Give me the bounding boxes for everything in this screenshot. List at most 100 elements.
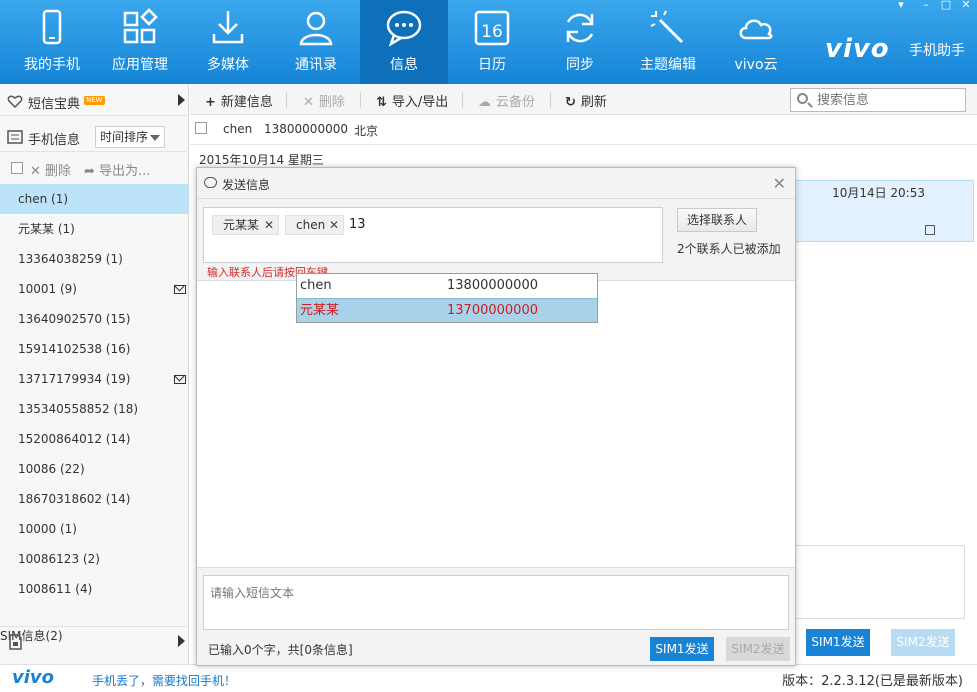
recipients-input[interactable]: 元某某 ✕ chen ✕ 13: [203, 207, 663, 263]
minimize-icon[interactable]: –: [917, 0, 935, 12]
delete-action[interactable]: ✕ 删除: [30, 160, 71, 179]
contact-label: 10086 (22): [18, 462, 85, 476]
refresh-label: 刷新: [580, 95, 607, 110]
contact-label: 18670318602 (14): [18, 492, 131, 506]
dialog-header: 发送信息 ✕: [197, 168, 795, 199]
select-contact-button[interactable]: 选择联系人: [677, 208, 757, 232]
contact-item[interactable]: 13364038259 (1): [0, 244, 189, 274]
delete-button[interactable]: ✕ 删除: [303, 91, 345, 110]
contact-item[interactable]: 15914102538 (16): [0, 334, 189, 364]
nav-theme-edit[interactable]: 主题编辑: [624, 0, 712, 84]
contact-label: 15200864012 (14): [18, 432, 131, 446]
nav-contacts[interactable]: 通讯录: [272, 0, 360, 84]
close-icon[interactable]: ✕: [957, 0, 975, 12]
contact-label: 13717179934 (19): [18, 372, 131, 386]
brand: vivo 手机助手: [825, 34, 965, 64]
nav-messages[interactable]: 信息: [360, 0, 448, 84]
contact-item[interactable]: 10001 (9): [0, 274, 189, 304]
conversation-sim1-send-button[interactable]: SIM1发送: [806, 629, 870, 656]
nav-my-phone[interactable]: 我的手机: [8, 0, 96, 84]
divider: [550, 92, 551, 108]
brand-subtitle: 手机助手: [909, 43, 965, 59]
message-toolbar: + 新建信息 ✕ 删除 ⇅ 导入/导出 ☁ 云备份 ↻ 刷新: [190, 84, 977, 115]
send-message-dialog: 发送信息 ✕ 元某某 ✕ chen ✕ 13 选择联系人 2个联系人已被添加 输…: [196, 167, 796, 666]
remove-icon[interactable]: ✕: [329, 216, 339, 234]
find-phone-link[interactable]: 手机丢了，需要找回手机！: [92, 672, 236, 689]
phone-icon: [32, 8, 72, 48]
import-export-button[interactable]: ⇅ 导入/导出: [376, 91, 448, 110]
version-text: 版本：2.2.3.12(已是最新版本): [782, 674, 963, 689]
recipient-chip[interactable]: 元某某 ✕: [212, 215, 279, 235]
export-action[interactable]: ➦ 导出为...: [84, 160, 150, 179]
new-badge: NEW: [84, 96, 105, 105]
contact-label: 135340558852 (18): [18, 402, 139, 416]
cloud-backup-button[interactable]: ☁ 云备份: [478, 91, 535, 110]
search-input[interactable]: [817, 91, 957, 109]
divider: [360, 92, 361, 108]
apps-icon: [120, 8, 160, 48]
compose-box[interactable]: [203, 575, 789, 630]
contact-item[interactable]: 元某某 (1): [0, 214, 189, 244]
refresh-button[interactable]: ↻ 刷新: [565, 91, 607, 110]
message-icon: [384, 8, 424, 48]
sim1-send-button[interactable]: SIM1发送: [650, 637, 714, 661]
nav-sync[interactable]: 同步: [536, 0, 624, 84]
new-message-label: 新建信息: [220, 95, 273, 110]
conversation-date: 2015年10月14 星期三: [199, 153, 324, 167]
nav-label: 信息: [390, 57, 418, 73]
contact-suggestion-dropdown: chen 13800000000 元某某 13700000000: [296, 273, 598, 323]
new-message-button[interactable]: + 新建信息: [205, 91, 273, 110]
cloud-icon: ☁: [478, 95, 491, 110]
sms-box-section[interactable]: 短信宝典 NEW: [0, 84, 189, 116]
close-icon[interactable]: ✕: [773, 174, 786, 193]
recipient-name: 元某某: [223, 218, 260, 232]
sim-info-section[interactable]: SIM信息(2): [0, 626, 189, 656]
sort-value: 时间排序: [100, 130, 149, 144]
maximize-icon[interactable]: □: [937, 0, 955, 12]
sim-card-icon: [7, 634, 23, 650]
contact-item[interactable]: 13640902570 (15): [0, 304, 189, 334]
conversation-compose-area[interactable]: [795, 545, 965, 619]
contact-item[interactable]: 18670318602 (14): [0, 484, 189, 514]
contact-item[interactable]: 10086 (22): [0, 454, 189, 484]
message-bubble[interactable]: 10月14日 20:53: [790, 180, 974, 242]
contact-list: chen (1) 元某某 (1) 13364038259 (1) 10001 (…: [0, 184, 189, 604]
download-icon: [208, 8, 248, 48]
contact-item[interactable]: 135340558852 (18): [0, 394, 189, 424]
nav-calendar[interactable]: 16 日历: [448, 0, 536, 84]
conversation-checkbox[interactable]: [195, 122, 207, 134]
suggestion-phone: 13700000000: [447, 303, 538, 318]
cloud-icon: [736, 8, 776, 48]
sidebar: 短信宝典 NEW 手机信息 时间排序 ✕ 删除 ➦ 导出为... chen (1…: [0, 84, 189, 664]
contact-item[interactable]: 10086123 (2): [0, 544, 189, 574]
envelope-icon: [174, 285, 186, 294]
contact-item[interactable]: 10000 (1): [0, 514, 189, 544]
sync-icon: [560, 8, 600, 48]
calendar-icon: 16: [472, 8, 512, 48]
contact-item[interactable]: chen (1): [0, 184, 189, 214]
sms-text-input[interactable]: [206, 578, 786, 627]
refresh-icon: ↻: [565, 95, 576, 110]
contact-item[interactable]: 15200864012 (14): [0, 424, 189, 454]
dialog-title: 发送信息: [222, 178, 271, 192]
recipient-chip[interactable]: chen ✕: [285, 215, 344, 235]
conversation-sim2-send-button[interactable]: SIM2发送: [891, 629, 955, 656]
expand-arrow-icon[interactable]: [178, 94, 185, 106]
remove-icon[interactable]: ✕: [264, 216, 274, 234]
conversation-phone: 13800000000: [264, 122, 348, 136]
menu-icon[interactable]: ▾: [892, 0, 910, 12]
search-box[interactable]: [790, 88, 966, 112]
nav-vivo-cloud[interactable]: vivo云: [712, 0, 800, 84]
sim2-send-button[interactable]: SIM2发送: [726, 637, 790, 661]
sort-select[interactable]: 时间排序: [95, 126, 165, 148]
contact-item[interactable]: 13717179934 (19): [0, 364, 189, 394]
suggestion-row[interactable]: chen 13800000000: [297, 274, 597, 298]
contact-item[interactable]: 1008611 (4): [0, 574, 189, 604]
char-count-text: 已输入0个字，共[0条信息]: [208, 643, 353, 657]
expand-arrow-icon[interactable]: [178, 635, 185, 647]
nav-multimedia[interactable]: 多媒体: [184, 0, 272, 84]
nav-app-manage[interactable]: 应用管理: [96, 0, 184, 84]
nav-label: 我的手机: [24, 57, 80, 73]
suggestion-row-selected[interactable]: 元某某 13700000000: [297, 298, 597, 322]
select-all-checkbox[interactable]: [11, 162, 23, 174]
